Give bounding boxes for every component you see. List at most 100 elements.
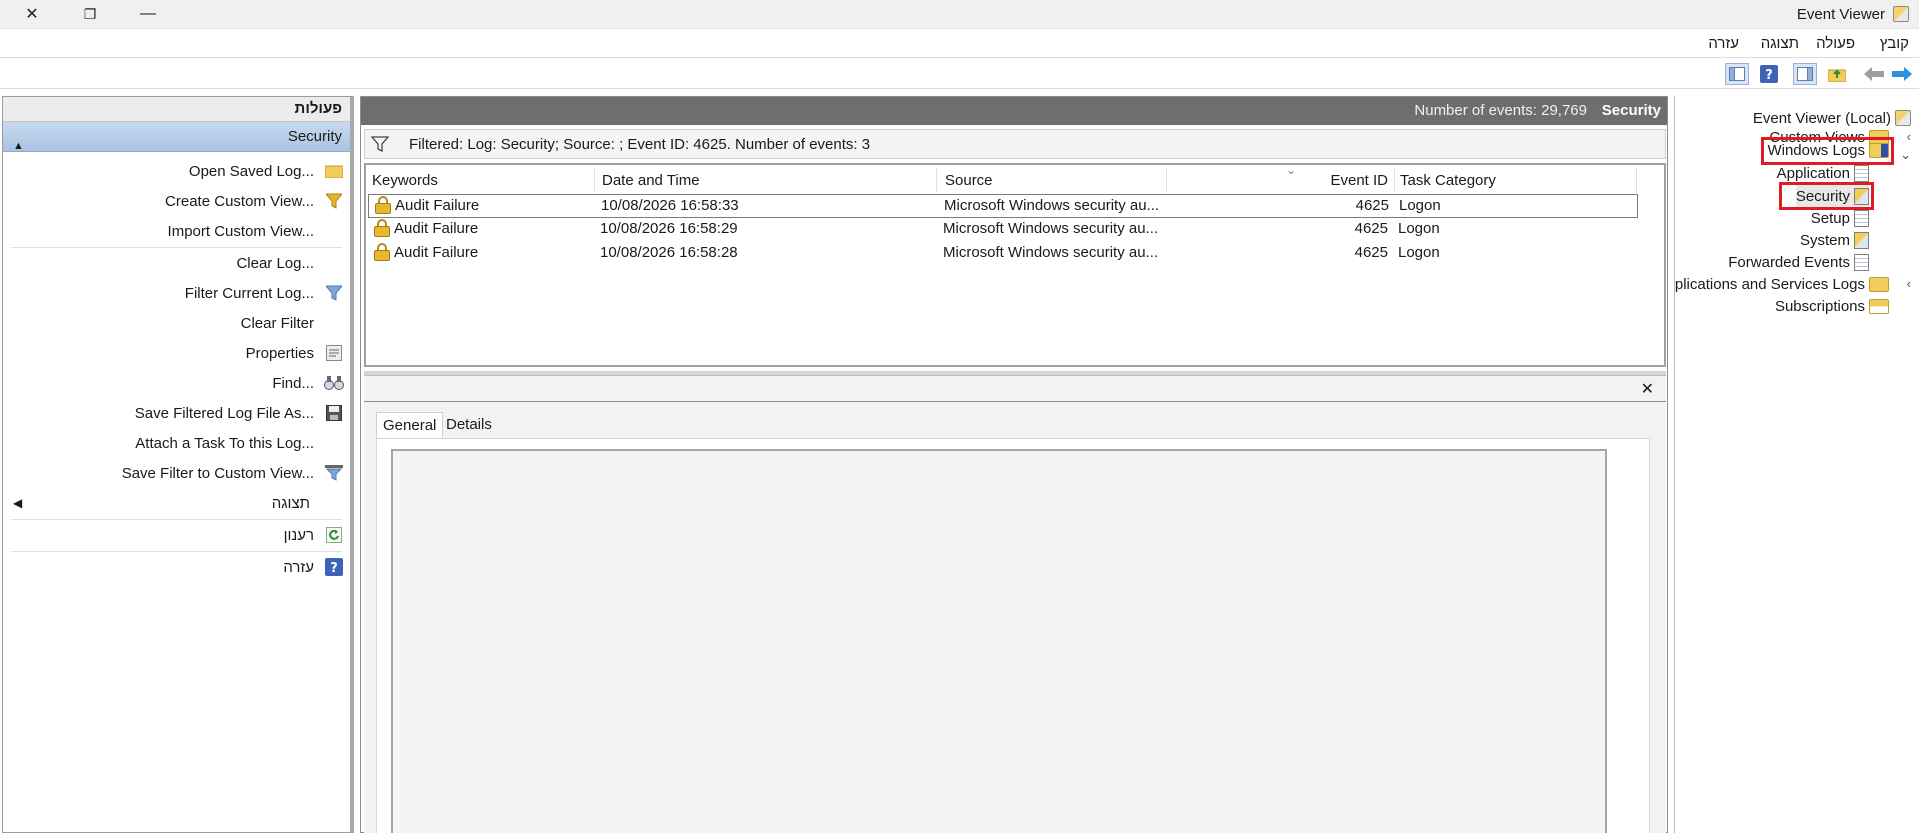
show-hide-action-pane-button[interactable] (1793, 63, 1817, 85)
collapse-up-icon[interactable]: ▲ (13, 131, 24, 161)
filter-save-icon (324, 463, 344, 483)
action-open-saved-log[interactable]: Open Saved Log... (189, 158, 344, 184)
action-create-custom-view[interactable]: Create Custom View... (165, 188, 344, 214)
refresh-icon (324, 525, 344, 545)
action-find[interactable]: Find... (272, 370, 344, 396)
show-hide-tree-button[interactable] (1725, 63, 1749, 85)
table-row[interactable]: Audit Failure 10/08/2026 16:58:33 Micros… (368, 194, 1638, 218)
tree-node-apps-services[interactable]: Applications and Services Logs (1674, 273, 1889, 295)
help-icon: ? (324, 557, 344, 577)
log-title: Security (1601, 102, 1661, 119)
save-icon (324, 403, 344, 423)
folder-up-icon (1828, 69, 1846, 82)
tree-node-setup[interactable]: Setup (1811, 207, 1869, 229)
action-clear-filter[interactable]: Clear Filter (241, 310, 344, 336)
forward-button[interactable] (1890, 63, 1914, 85)
blank-icon (324, 433, 344, 453)
arrow-right-icon (1892, 67, 1912, 81)
column-divider[interactable] (1636, 167, 1637, 193)
tree-label: Setup (1810, 209, 1850, 227)
svg-text:?: ? (1765, 68, 1773, 83)
table-row[interactable]: Audit Failure 10/08/2026 16:58:29 Micros… (368, 218, 1638, 242)
tab-general[interactable]: General (376, 412, 444, 438)
cell-task-category: Logon (1399, 197, 1441, 214)
cell-task-category: Logon (1398, 220, 1440, 237)
chevron-left-icon[interactable]: ‹ (1907, 276, 1911, 291)
chevron-down-icon[interactable]: ⌄ (1900, 147, 1911, 163)
security-log-icon (1854, 187, 1869, 205)
preview-toolbar: ✕ (364, 376, 1666, 402)
tree-node-windows-logs[interactable]: Windows Logs (1767, 139, 1889, 161)
tree-node-system[interactable]: System (1800, 229, 1869, 251)
column-divider[interactable] (594, 167, 595, 193)
action-label: Filter Current Log... (184, 284, 314, 302)
action-save-filtered-log[interactable]: Save Filtered Log File As... (135, 400, 344, 426)
event-preview-pane: ✕ General Details (364, 375, 1666, 833)
blank-icon (324, 221, 344, 241)
sort-indicator-icon: ⌄ (1286, 163, 1297, 177)
cell-keywords: Audit Failure (394, 220, 479, 237)
cell-event-id: 4625 (1354, 220, 1388, 237)
lock-icon (374, 243, 390, 261)
lock-icon (374, 219, 390, 237)
action-import-custom-view[interactable]: Import Custom View... (168, 218, 344, 244)
separator (11, 247, 342, 248)
column-source[interactable]: Source (945, 169, 993, 195)
menu-help[interactable]: עזרה (1708, 35, 1739, 52)
tree-label: Application (1776, 164, 1850, 182)
log-view-pane: Number of events: 29,769 Security Filter… (360, 96, 1668, 833)
filter-icon (324, 191, 344, 211)
event-description-box[interactable] (391, 449, 1607, 833)
export-button[interactable] (1825, 63, 1849, 85)
column-divider[interactable] (1394, 167, 1395, 193)
cell-datetime: 10/08/2026 16:58:28 (600, 244, 738, 261)
back-button[interactable] (1862, 63, 1886, 85)
menu-file[interactable]: קובץ (1880, 35, 1909, 52)
tree-node-application[interactable]: Application (1777, 162, 1869, 184)
tree-label: Applications and Services Logs (1674, 275, 1865, 293)
minimize-window-button[interactable]: — (120, 0, 176, 28)
close-window-button[interactable]: ✕ (4, 0, 60, 28)
cell-source: Microsoft Windows security au... (943, 220, 1159, 237)
menu-bar: קובץ פעולה תצוגה עזרה (0, 28, 1919, 56)
action-properties[interactable]: Properties (246, 340, 344, 366)
log-icon (1854, 164, 1869, 182)
tab-details[interactable]: Details (440, 412, 498, 438)
action-save-filter-custom-view[interactable]: Save Filter to Custom View... (122, 460, 344, 486)
table-row[interactable]: Audit Failure 10/08/2026 16:58:28 Micros… (368, 242, 1638, 266)
console-tree: Event Viewer (Local) ‹ Custom Views ⌄ Wi… (1674, 96, 1919, 833)
tree-node-subscriptions[interactable]: Subscriptions (1775, 295, 1889, 317)
tree-label: Windows Logs (1767, 141, 1865, 159)
chevron-left-icon[interactable]: ‹ (1907, 129, 1911, 144)
action-clear-log[interactable]: Clear Log... (236, 250, 344, 276)
column-date-time[interactable]: Date and Time (602, 169, 700, 195)
column-divider[interactable] (936, 167, 937, 193)
action-refresh[interactable]: רענון (284, 522, 344, 548)
action-filter-current-log[interactable]: Filter Current Log... (185, 280, 344, 306)
tree-node-forwarded-events[interactable]: Forwarded Events (1728, 251, 1869, 273)
column-keywords[interactable]: Keywords (372, 169, 438, 195)
actions-section-security[interactable]: ▲ Security (3, 122, 350, 152)
close-preview-button[interactable]: ✕ (1641, 379, 1654, 399)
menu-action[interactable]: פעולה (1816, 35, 1855, 52)
cell-event-id: 4625 (1354, 244, 1388, 261)
action-label: Create Custom View... (165, 192, 314, 210)
column-event-id[interactable]: Event ID (1326, 169, 1388, 195)
tree-node-security[interactable]: Security (1795, 185, 1869, 207)
filter-icon (324, 283, 344, 303)
column-divider[interactable] (1166, 167, 1167, 193)
restore-window-button[interactable]: ❐ (62, 0, 118, 28)
view-submenu-label: תצוגה (271, 495, 310, 512)
actions-section-title: Security (287, 128, 342, 145)
event-count: Number of events: 29,769 (1414, 102, 1587, 119)
cell-keywords: Audit Failure (394, 244, 479, 261)
action-label: Clear Filter (240, 314, 314, 332)
menu-view[interactable]: תצוגה (1761, 35, 1799, 52)
tree-label: System (1799, 231, 1850, 249)
help-button[interactable]: ? (1757, 63, 1781, 85)
events-grid: Keywords Date and Time Source ⌄ Event ID… (364, 163, 1666, 367)
action-help[interactable]: עזרה ? (283, 554, 344, 580)
action-attach-task[interactable]: Attach a Task To this Log... (135, 430, 344, 456)
column-task-category[interactable]: Task Category (1400, 169, 1496, 195)
actions-view-submenu[interactable]: ◀ תצוגה (3, 490, 350, 518)
